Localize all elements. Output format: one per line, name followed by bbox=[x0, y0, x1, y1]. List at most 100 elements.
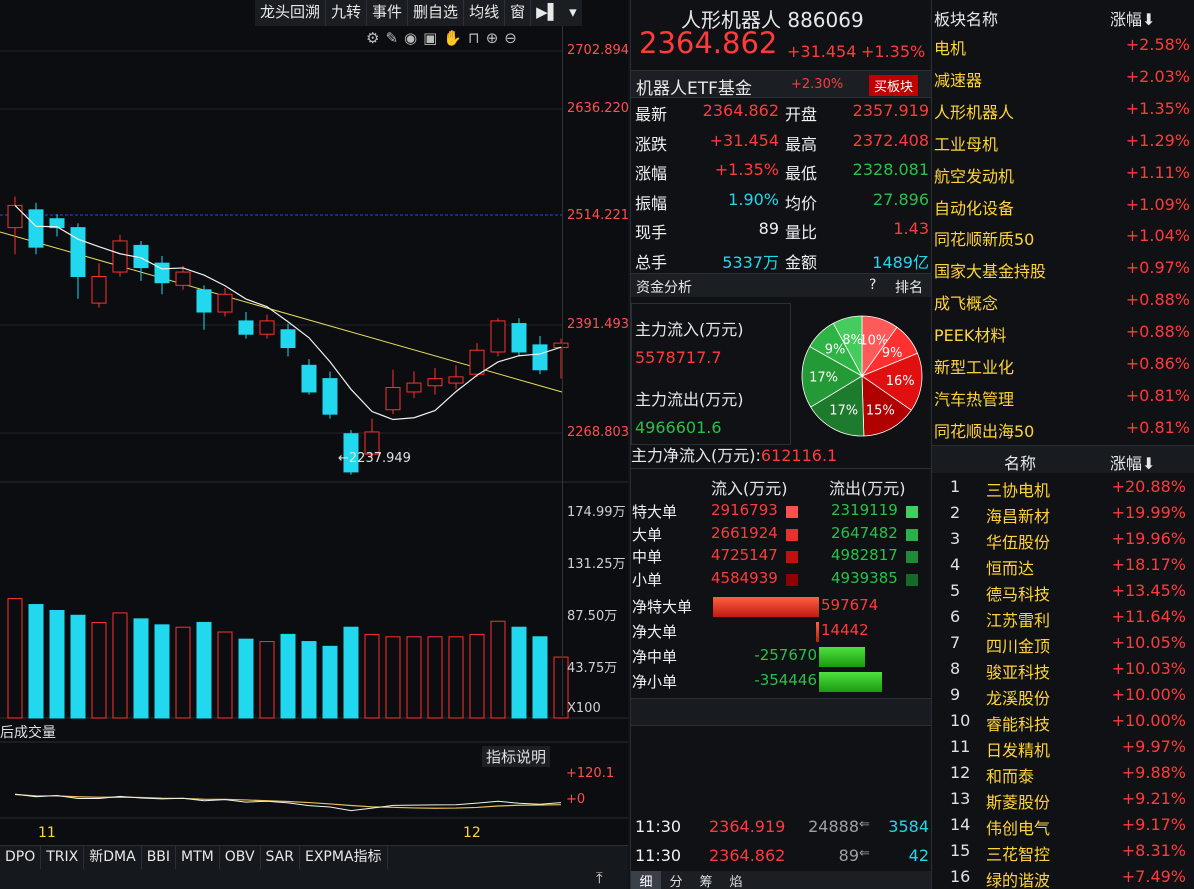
stock-row[interactable]: 16 绿的谐波 +7.49% bbox=[932, 867, 1194, 889]
sector-row[interactable]: PEEK材料 +0.88% bbox=[934, 322, 1192, 354]
stock-row[interactable]: 7 四川金顶 +10.05% bbox=[932, 633, 1194, 659]
flow-out-value: 4939385 bbox=[831, 568, 898, 587]
net-flow-value: -354446 bbox=[754, 671, 817, 689]
sector-col-pct[interactable]: 涨幅⬇ bbox=[1110, 6, 1155, 30]
stock-row[interactable]: 15 三花智控 +8.31% bbox=[932, 841, 1194, 867]
pie-slice-label: 15% bbox=[866, 404, 895, 419]
volume-bar bbox=[217, 631, 233, 719]
candle-body bbox=[490, 320, 506, 353]
quote-field-label: 最高 bbox=[785, 134, 818, 154]
tab-chips[interactable]: 筹 bbox=[691, 871, 721, 889]
kline-chart-panel[interactable]: 龙头回溯 九转 事件 删自选 均线 窗 ▶▌ ▾ ⚙✎◉▣✋⊓⊕⊖ 2702.8… bbox=[0, 0, 629, 889]
sector-name: 同花顺新质50 bbox=[934, 230, 1035, 250]
stock-name: 海昌新材 bbox=[986, 507, 1051, 526]
stock-row[interactable]: 8 骏亚科技 +10.03% bbox=[932, 659, 1194, 685]
flow-in-value: 4584939 bbox=[711, 568, 778, 587]
pie-slice-label: 9% bbox=[882, 346, 903, 361]
sector-row[interactable]: 同花顺新质50 +1.04% bbox=[934, 226, 1192, 258]
stock-row[interactable]: 4 恒而达 +18.17% bbox=[932, 555, 1194, 581]
candle-body bbox=[385, 387, 401, 411]
sector-row[interactable]: 人形机器人 +1.35% bbox=[934, 99, 1192, 131]
candle-body bbox=[301, 364, 317, 393]
stock-row[interactable]: 12 和而泰 +9.88% bbox=[932, 763, 1194, 789]
tick-row: 11:30 2364.919 24888 ⇐ 3584 bbox=[631, 817, 931, 839]
flow-size-label: 大单 bbox=[632, 525, 663, 544]
tab-detail[interactable]: 细 bbox=[631, 871, 661, 889]
flow-row: 特大单 2916793 2319119 bbox=[631, 501, 931, 523]
quote-field-label: 总手 bbox=[635, 252, 668, 272]
volume-tick: 174.99万 bbox=[567, 505, 626, 520]
scroll-top-icon[interactable]: ⤒ bbox=[596, 869, 603, 887]
tab-minute[interactable]: 分 bbox=[661, 871, 691, 889]
net-flow-value: -257670 bbox=[754, 646, 817, 664]
tab-mtm[interactable]: MTM bbox=[176, 846, 220, 869]
quote-field-label: 均价 bbox=[785, 193, 818, 213]
indicator-help-button[interactable]: 指标说明 bbox=[482, 746, 551, 767]
flow-out-swatch bbox=[906, 528, 918, 541]
sector-col-name[interactable]: 板块名称 bbox=[934, 6, 998, 30]
tick-volume: 89 bbox=[838, 846, 859, 865]
flow-out-value: 2319119 bbox=[831, 501, 898, 519]
volume-bar bbox=[7, 598, 23, 719]
tab-bbi[interactable]: BBI bbox=[142, 846, 177, 869]
sector-name: 电机 bbox=[934, 39, 967, 58]
sector-row[interactable]: 电机 +2.58% bbox=[934, 35, 1192, 67]
stock-row[interactable]: 9 龙溪股份 +10.00% bbox=[932, 685, 1194, 711]
quote-field-value: 1.90% bbox=[728, 189, 779, 209]
sector-name: 航空发动机 bbox=[934, 166, 1015, 186]
sector-row[interactable]: 国家大基金持股 +0.97% bbox=[934, 258, 1192, 290]
stock-rank: 14 bbox=[950, 815, 971, 834]
tab-obv[interactable]: OBV bbox=[220, 846, 261, 869]
price-change: +31.454 bbox=[787, 42, 857, 61]
stock-col-pct[interactable]: 涨幅⬇ bbox=[1110, 450, 1155, 474]
stock-row[interactable]: 6 江苏雷利 +11.64% bbox=[932, 607, 1194, 633]
sector-row[interactable]: 航空发动机 +1.11% bbox=[934, 163, 1192, 195]
stock-name: 日发精机 bbox=[986, 741, 1051, 760]
volume-bar bbox=[70, 614, 86, 719]
sector-name: 成飞概念 bbox=[934, 294, 999, 314]
net-flow-row: 净大单 14442 bbox=[631, 621, 931, 643]
net-flow-label: 净大单 bbox=[632, 623, 678, 641]
tick-time: 11:30 bbox=[635, 846, 682, 865]
stock-row[interactable]: 14 伟创电气 +9.17% bbox=[932, 815, 1194, 841]
quote-field-label: 最低 bbox=[785, 164, 818, 183]
stock-pct: +10.03% bbox=[1111, 659, 1186, 678]
sector-pct: +0.81% bbox=[1125, 417, 1190, 437]
etf-bar[interactable]: 机器人ETF基金 +2.30% 买板块 bbox=[631, 70, 931, 99]
tick-time: 11:30 bbox=[635, 817, 682, 836]
stock-pct: +9.88% bbox=[1121, 763, 1186, 782]
net-flow-label: 净特大单 bbox=[632, 598, 693, 616]
sector-row[interactable]: 成飞概念 +0.88% bbox=[934, 290, 1192, 322]
sector-row[interactable]: 减速器 +2.03% bbox=[934, 67, 1192, 99]
volume-bar bbox=[175, 626, 191, 719]
stock-row[interactable]: 5 德马科技 +13.45% bbox=[932, 581, 1194, 607]
tab-trix[interactable]: TRIX bbox=[41, 846, 85, 869]
stock-col-name[interactable]: 名称 bbox=[1004, 450, 1036, 474]
stock-row[interactable]: 2 海昌新材 +19.99% bbox=[932, 503, 1194, 529]
flow-size-label: 特大单 bbox=[632, 503, 678, 521]
net-flow-row: 净特大单 597674 bbox=[631, 596, 931, 618]
tab-dpo[interactable]: DPO bbox=[0, 846, 42, 869]
help-icon[interactable]: ? bbox=[869, 277, 876, 293]
stock-pct: +13.45% bbox=[1111, 581, 1186, 600]
quote-row: 涨幅 +1.35% 最低 2328.081 bbox=[635, 160, 929, 186]
tab-expma[interactable]: EXPMA指标 bbox=[300, 846, 388, 869]
indicator-tabs: DPO TRIX 新DMA BBI MTM OBV SAR EXPMA指标 bbox=[0, 845, 628, 869]
flow-out-value: 4982817 bbox=[831, 546, 898, 564]
stock-row[interactable]: 10 睿能科技 +10.00% bbox=[932, 711, 1194, 737]
rank-button[interactable]: 排名 bbox=[895, 277, 923, 297]
stock-row[interactable]: 3 华伍股份 +19.96% bbox=[932, 529, 1194, 555]
tab-flame[interactable]: 焰 bbox=[721, 871, 751, 889]
tab-new-dma[interactable]: 新DMA bbox=[84, 846, 142, 869]
volume-bar bbox=[322, 645, 338, 719]
sector-row[interactable]: 工业母机 +1.29% bbox=[934, 131, 1192, 163]
sector-row[interactable]: 汽车热管理 +0.81% bbox=[934, 386, 1192, 418]
stock-row[interactable]: 11 日发精机 +9.97% bbox=[932, 737, 1194, 763]
stock-row[interactable]: 13 斯菱股份 +9.21% bbox=[932, 789, 1194, 815]
stock-row[interactable]: 1 三协电机 +20.88% bbox=[932, 477, 1194, 503]
candle-body bbox=[259, 320, 275, 335]
sector-row[interactable]: 新型工业化 +0.86% bbox=[934, 354, 1192, 386]
buy-sector-button[interactable]: 买板块 bbox=[869, 75, 919, 96]
tab-sar[interactable]: SAR bbox=[261, 846, 300, 869]
sector-row[interactable]: 自动化设备 +1.09% bbox=[934, 195, 1192, 227]
